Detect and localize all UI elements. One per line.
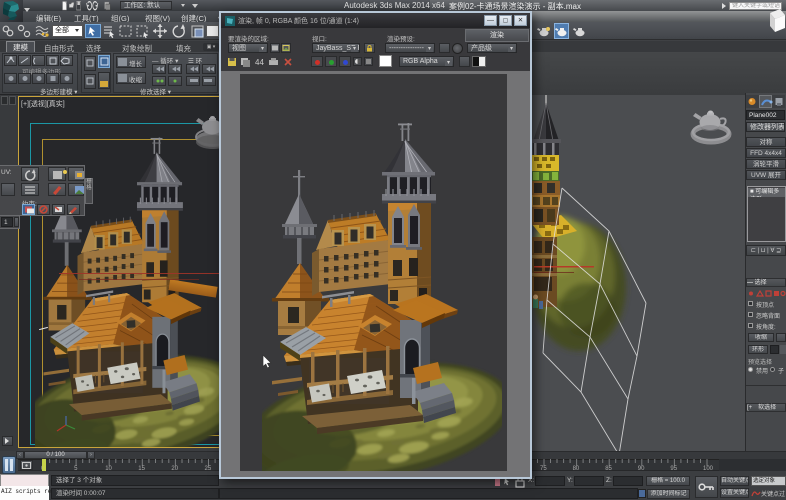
svg-text:75: 75 [540,466,547,471]
svg-text:80: 80 [573,466,580,471]
svg-text:95: 95 [670,466,677,471]
svg-text:10: 10 [105,466,112,471]
svg-text:85: 85 [605,466,612,471]
svg-text:5: 5 [74,466,78,471]
svg-text:25: 25 [205,466,212,471]
svg-text:100: 100 [703,466,714,471]
svg-text:20: 20 [171,466,178,471]
svg-text:15: 15 [138,466,145,471]
svg-text:44: 44 [255,58,264,67]
svg-text:90: 90 [638,466,645,471]
